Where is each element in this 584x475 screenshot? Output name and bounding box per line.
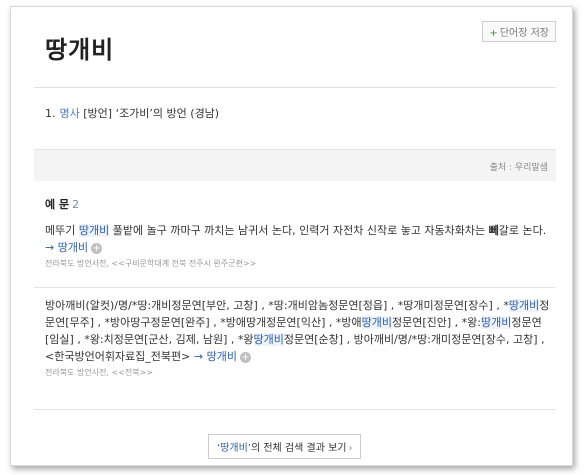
chevron-right-icon: ›: [348, 443, 353, 454]
entry-title: 땅개비: [45, 36, 115, 64]
highlighted-keyword: 땅개비: [480, 316, 512, 329]
highlighted-keyword: 땅개비: [78, 224, 110, 237]
highlighted-keyword: 땅개비: [253, 333, 284, 346]
plus-icon: +: [489, 28, 498, 39]
source-label: 출처 : 우리말샘: [489, 163, 548, 173]
example-sentence: 메뚜기 땅개비 풀밭에 놀구 까마구 까치는 남귀서 논다, 인력거 자전차 신…: [45, 222, 552, 270]
view-all-results-link[interactable]: ‘땅개비’의 전체 검색 결과 보기 ›: [208, 434, 362, 459]
headword-link[interactable]: → 땅개비: [45, 241, 88, 254]
divider: [34, 87, 556, 88]
dictionary-panel: + 단어장 저장 땅개비 1. 명사 [방언] ‘조가비’의 방언 (경남) 출처 …: [10, 6, 573, 466]
example-text: 방아깨비(알컷)/명/*땅:개비정문연[부안, 고창] , *땅:개비암놈정문연…: [45, 299, 509, 312]
source-bar: 출처 : 우리말샘: [34, 149, 556, 181]
example-text: 풀밭에 놀구 까마구 까치는 남귀서 논다, 인력거 자전차 신작로 놓고 자동…: [109, 224, 489, 237]
expand-plus-icon[interactable]: +: [239, 351, 251, 363]
divider: [34, 287, 556, 288]
examples-header-label: 예 문: [45, 198, 70, 211]
example-text: 메뚜기: [45, 224, 79, 237]
divider: [34, 409, 556, 410]
examples-count: 2: [72, 198, 80, 211]
sense-definition-text: [방언] ‘조가비’의 방언 (경남): [83, 107, 220, 120]
view-all-results-label: 의 전체 검색 결과 보기: [250, 443, 347, 454]
example-sentence: 방아깨비(알컷)/명/*땅:개비정문연[부안, 고창] , *땅:개비암놈정문연…: [45, 297, 552, 379]
example-text: 정문연[진안] , *왕:: [391, 316, 481, 329]
example-text: 갈로 논다.: [498, 224, 547, 237]
example-text-bold: 뻬: [488, 224, 499, 237]
part-of-speech-link[interactable]: 명사: [60, 107, 80, 120]
highlighted-keyword: 땅개비: [361, 316, 392, 329]
sense-number: 1.: [45, 107, 56, 120]
save-to-wordbook-button[interactable]: + 단어장 저장: [482, 21, 556, 42]
expand-plus-icon[interactable]: +: [91, 242, 103, 254]
highlighted-keyword: 땅개비: [508, 299, 540, 312]
examples-header: 예 문2: [45, 196, 79, 212]
example-citation: 전라북도 방언사전, <<구비문학대계 전북 전주시 완주군편>>: [45, 259, 257, 268]
save-to-wordbook-label: 단어장 저장: [499, 28, 549, 39]
sense-definition: 1. 명사 [방언] ‘조가비’의 방언 (경남): [45, 105, 219, 121]
example-citation: 전라북도 방언사전, <<전북>>: [45, 368, 154, 377]
headword-link[interactable]: → 땅개비: [194, 350, 237, 363]
search-keyword: ‘땅개비’: [217, 443, 251, 454]
